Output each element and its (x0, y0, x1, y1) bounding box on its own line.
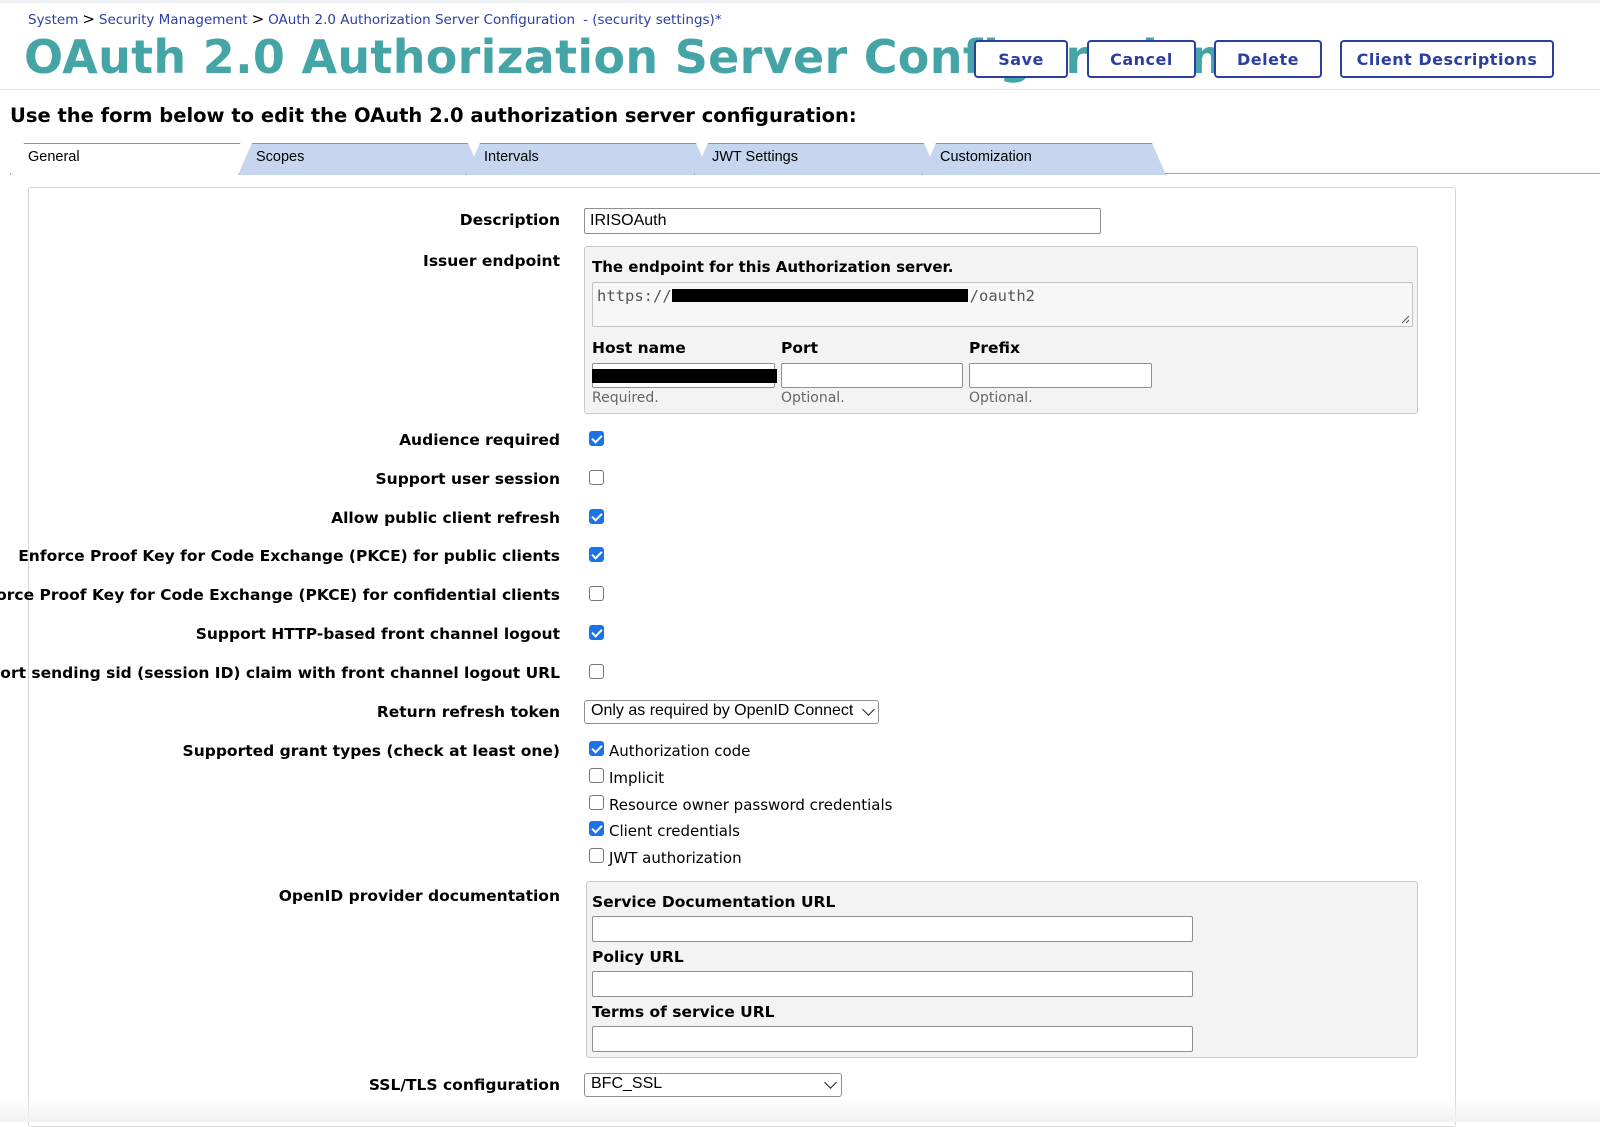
breadcrumb-security-management[interactable]: Security Management (99, 12, 248, 28)
chevron-down-icon (824, 1076, 837, 1089)
support-user-session-label: Support user session (375, 470, 561, 488)
port-hint: Optional. (781, 390, 845, 406)
ssl-config-value: BFC_SSL (591, 1075, 663, 1092)
grant-types-label: Supported grant types (check at least on… (182, 742, 560, 760)
breadcrumb-oauth-config[interactable]: OAuth 2.0 Authorization Server Configura… (268, 12, 575, 28)
description-input[interactable] (584, 208, 1101, 234)
sid-claim-checkbox[interactable] (589, 664, 604, 679)
host-name-hint: Required. (592, 390, 659, 406)
issuer-url-prefix: https:// (597, 287, 672, 305)
save-button[interactable]: Save (974, 40, 1068, 78)
top-strip (0, 0, 1600, 3)
ssl-config-select[interactable]: BFC_SSL (584, 1073, 842, 1097)
breadcrumb: System > Security Management > OAuth 2.0 Aut… (28, 10, 722, 28)
tab-jwt-settings[interactable]: JWT Settings (694, 143, 938, 175)
tab-label: Scopes (256, 149, 305, 165)
tab-scopes[interactable]: Scopes (238, 143, 482, 175)
redacted-host-name (592, 369, 777, 383)
description-label: Description (459, 211, 560, 229)
host-name-label: Host name (592, 339, 686, 357)
tab-label: JWT Settings (712, 149, 798, 165)
issuer-url-suffix: /oauth2 (969, 287, 1035, 305)
audience-required-checkbox[interactable] (589, 431, 604, 446)
grant-password-label: Resource owner password credentials (609, 796, 893, 814)
policy-url-input[interactable] (592, 971, 1193, 997)
pkce-confidential-label: Enforce Proof Key for Code Exchange (PKC… (0, 586, 560, 604)
prefix-input[interactable] (969, 363, 1152, 388)
front-channel-logout-checkbox[interactable] (589, 625, 604, 640)
audience-required-label: Audience required (399, 431, 560, 449)
allow-public-client-refresh-checkbox[interactable] (589, 509, 604, 524)
grant-password-checkbox[interactable] (589, 795, 604, 810)
tab-general[interactable]: General (10, 143, 254, 175)
pkce-public-checkbox[interactable] (589, 547, 604, 562)
port-input[interactable] (781, 363, 963, 388)
support-user-session-checkbox[interactable] (589, 470, 604, 485)
return-refresh-token-value: Only as required by OpenID Connect (591, 702, 854, 719)
grant-authorization-code-checkbox[interactable] (589, 741, 604, 756)
issuer-endpoint-caption: The endpoint for this Authorization serv… (592, 258, 954, 276)
tab-label: Intervals (484, 149, 539, 165)
prefix-label: Prefix (969, 339, 1021, 357)
redacted-host-bar (672, 289, 968, 302)
header-divider (0, 89, 1600, 90)
breadcrumb-separator: > (82, 10, 95, 28)
grant-jwt-label: JWT authorization (609, 849, 742, 867)
terms-of-service-url-input[interactable] (592, 1026, 1193, 1052)
policy-url-label: Policy URL (592, 948, 684, 966)
resize-grip-icon[interactable] (1400, 314, 1410, 324)
breadcrumb-system[interactable]: System (28, 12, 78, 28)
tab-label: Customization (940, 149, 1032, 165)
breadcrumb-suffix: - (security settings)* (583, 12, 722, 28)
grant-implicit-checkbox[interactable] (589, 768, 604, 783)
delete-button[interactable]: Delete (1214, 40, 1322, 78)
sid-claim-label: Support sending sid (session ID) claim w… (0, 664, 560, 682)
grant-authorization-code-label: Authorization code (609, 742, 751, 760)
pkce-public-label: Enforce Proof Key for Code Exchange (PKC… (18, 547, 560, 565)
grant-client-credentials-checkbox[interactable] (589, 821, 604, 836)
service-doc-url-label: Service Documentation URL (592, 893, 836, 911)
tab-intervals[interactable]: Intervals (466, 143, 710, 175)
return-refresh-token-label: Return refresh token (376, 703, 560, 721)
ssl-config-label: SSL/TLS configuration (368, 1076, 560, 1094)
grant-jwt-checkbox[interactable] (589, 848, 604, 863)
pkce-confidential-checkbox[interactable] (589, 586, 604, 601)
grant-client-credentials-label: Client credentials (609, 822, 740, 840)
service-doc-url-input[interactable] (592, 916, 1193, 942)
terms-of-service-url-label: Terms of service URL (592, 1003, 775, 1021)
chevron-down-icon (862, 703, 875, 716)
form-instructions: Use the form below to edit the OAuth 2.0… (10, 104, 857, 127)
bottom-fade (0, 1098, 1600, 1122)
prefix-hint: Optional. (969, 390, 1033, 406)
client-descriptions-button[interactable]: Client Descriptions (1340, 40, 1554, 78)
cancel-button[interactable]: Cancel (1087, 40, 1196, 78)
issuer-endpoint-label: Issuer endpoint (423, 252, 560, 270)
tab-label: General (28, 149, 80, 165)
front-channel-logout-label: Support HTTP-based front channel logout (195, 625, 560, 643)
breadcrumb-separator: > (251, 10, 265, 28)
openid-docs-label: OpenID provider documentation (278, 887, 560, 905)
tab-customization[interactable]: Customization (922, 143, 1166, 175)
port-label: Port (781, 339, 819, 357)
grant-implicit-label: Implicit (609, 769, 665, 787)
return-refresh-token-select[interactable]: Only as required by OpenID Connect (584, 700, 879, 724)
allow-public-client-refresh-label: Allow public client refresh (331, 509, 560, 527)
